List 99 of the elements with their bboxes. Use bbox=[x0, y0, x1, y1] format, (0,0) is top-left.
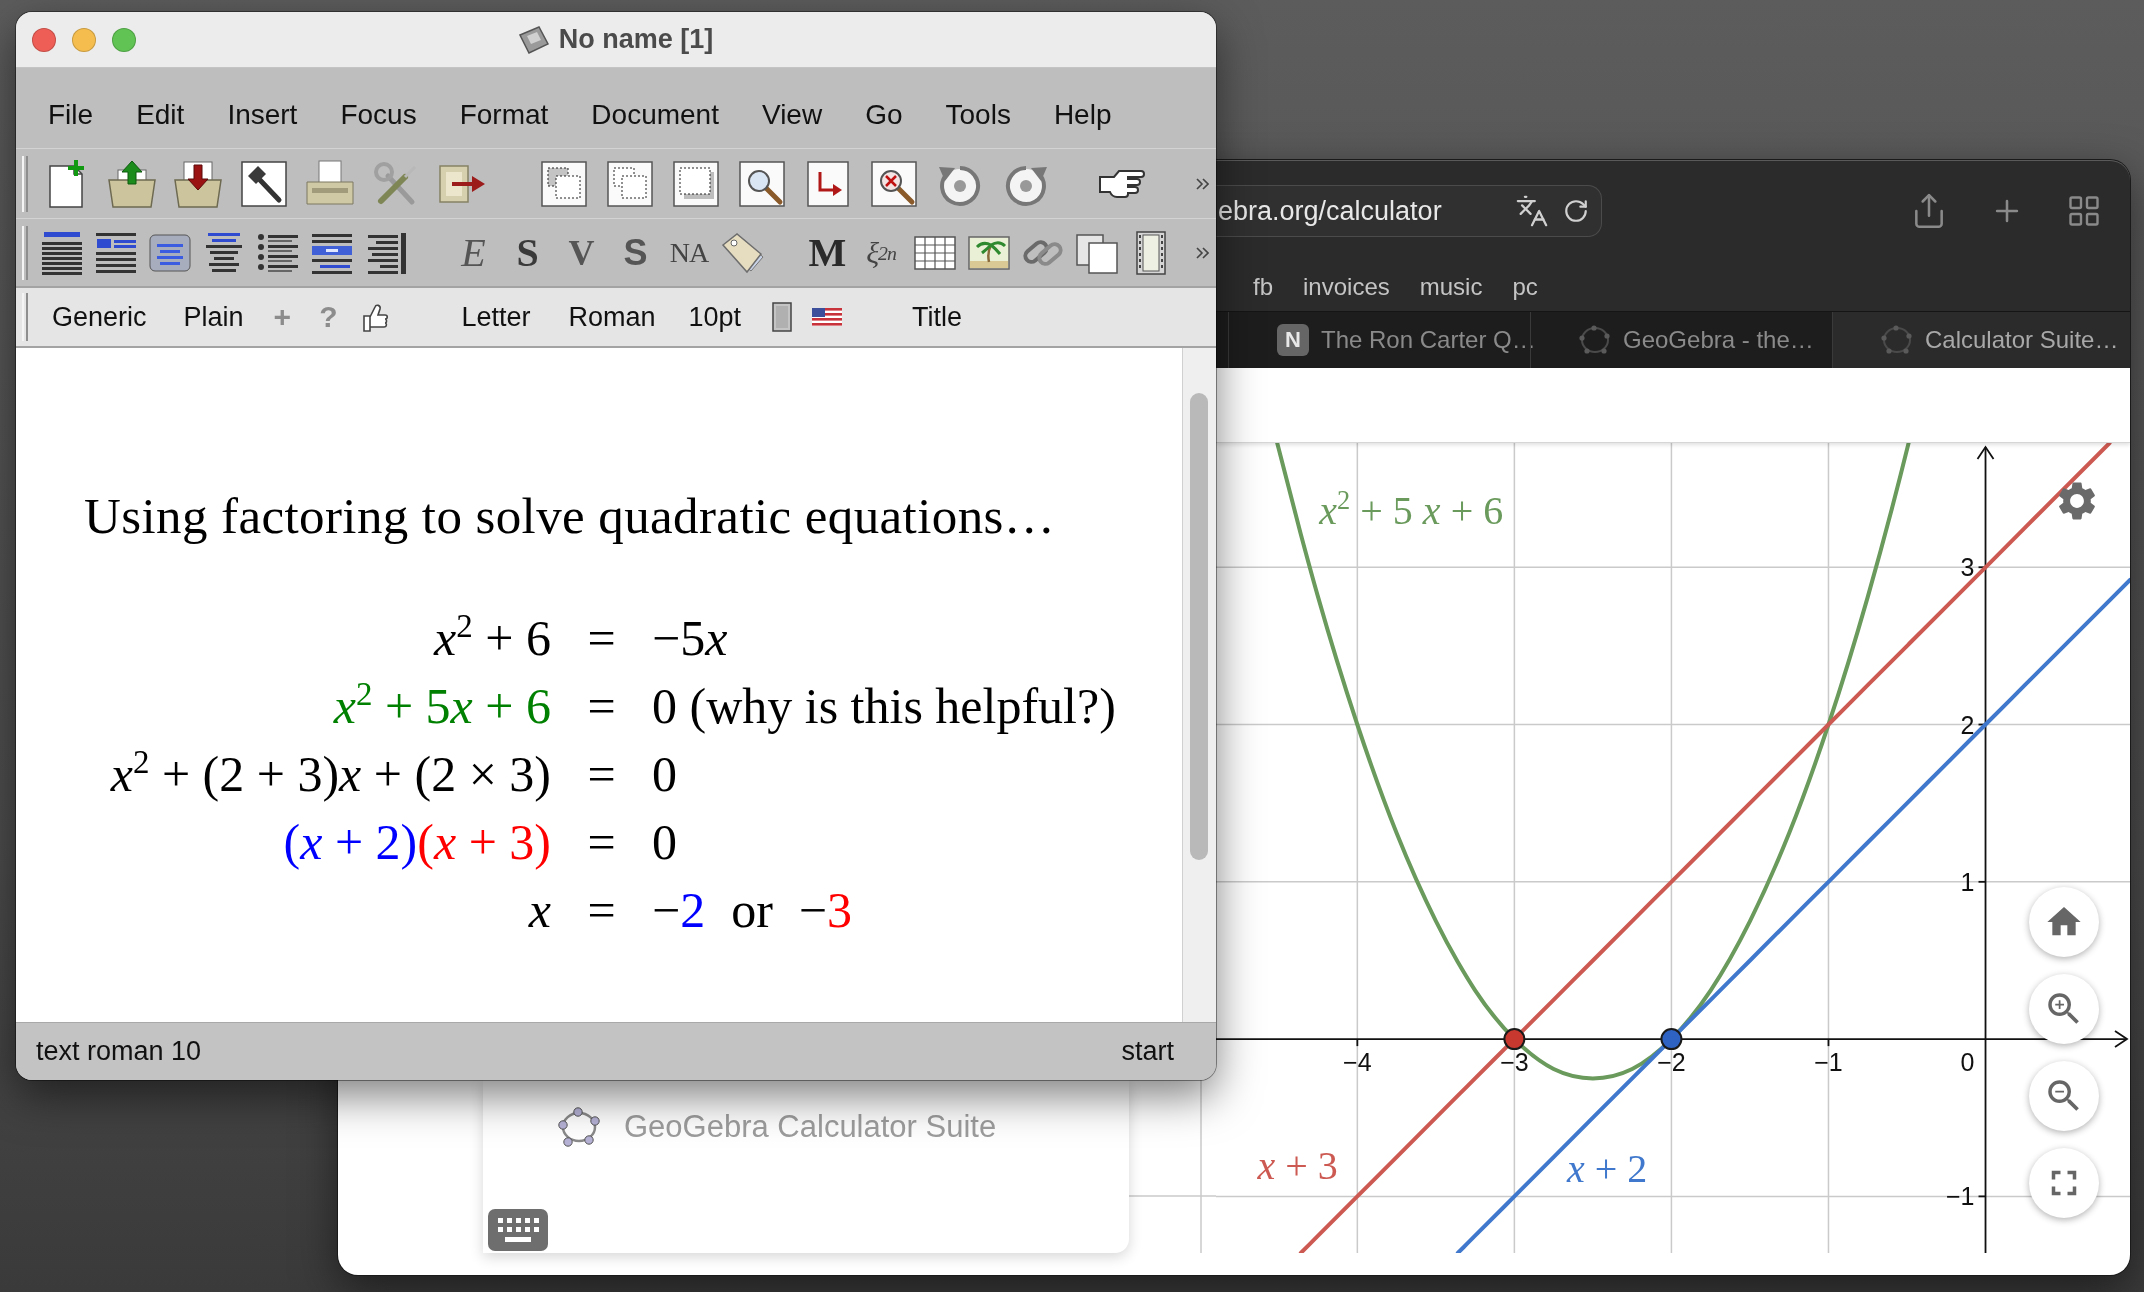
function-graph[interactable]: −4 −3 −2 −1 0 −1 1 2 3 x$^{2}$ + 5 x + 6 x + 3 x + 2 bbox=[1216, 443, 2130, 1253]
close-button[interactable] bbox=[32, 27, 56, 52]
menu-item[interactable]: Insert bbox=[227, 99, 298, 131]
menu-item[interactable]: Tools bbox=[945, 99, 1011, 131]
translate-icon[interactable] bbox=[1515, 194, 1549, 228]
math-expression: x bbox=[528, 881, 551, 940]
toolbar-handle[interactable] bbox=[22, 293, 28, 341]
search-icon[interactable] bbox=[738, 159, 786, 208]
toolbar-handle[interactable] bbox=[22, 155, 28, 212]
folder-up-arrow-icon[interactable] bbox=[108, 159, 156, 208]
bookmark-link[interactable]: invoices bbox=[1303, 272, 1390, 301]
dotted-circle-icon bbox=[1881, 324, 1913, 356]
home-button[interactable] bbox=[2029, 887, 2099, 957]
double-chevron-icon[interactable] bbox=[1196, 246, 1209, 259]
fullscreen-button[interactable] bbox=[2029, 1148, 2099, 1218]
menu-item[interactable]: Format bbox=[459, 99, 549, 131]
align-justify-icon[interactable] bbox=[40, 230, 84, 275]
math-symbol-button[interactable]: M bbox=[805, 228, 849, 277]
zoom-in-button[interactable] bbox=[2029, 974, 2099, 1044]
text-style-button[interactable]: E bbox=[451, 228, 495, 277]
text-style-button[interactable]: NA bbox=[667, 228, 711, 277]
tick-label: 1 bbox=[1960, 867, 1975, 896]
tick-label: −3 bbox=[1500, 1048, 1529, 1077]
heading-lines-icon[interactable] bbox=[94, 230, 138, 275]
shadow-square-icon[interactable] bbox=[672, 159, 720, 208]
color-swatch-icon[interactable] bbox=[772, 302, 793, 332]
zoom-button[interactable] bbox=[112, 27, 136, 52]
math-expression: −3 bbox=[798, 881, 853, 940]
app-icon bbox=[518, 25, 549, 54]
variant-menu[interactable]: Plain bbox=[183, 301, 244, 333]
page-menu[interactable]: Roman bbox=[568, 301, 656, 333]
tick-label: −1 bbox=[1946, 1182, 1975, 1211]
menu-item[interactable]: Help bbox=[1053, 99, 1112, 131]
page-menu[interactable]: 10pt bbox=[688, 301, 742, 333]
text-style-button[interactable]: V bbox=[559, 228, 603, 277]
math-expression: x$^{2}$ + (2 + 3)x + (2 × 3) bbox=[110, 742, 551, 804]
math-expression: 0 bbox=[652, 745, 677, 804]
menu-item[interactable]: View bbox=[761, 99, 823, 131]
bookmark-link[interactable]: music bbox=[1419, 272, 1483, 301]
scrollbar-thumb[interactable] bbox=[1190, 393, 1208, 860]
tick-label: −4 bbox=[1343, 1048, 1372, 1077]
math-expression: x$^{2}$ + 6 bbox=[434, 606, 551, 668]
math-expression: −2 bbox=[652, 881, 706, 940]
folder-down-arrow-icon[interactable] bbox=[174, 159, 222, 208]
reload-icon[interactable] bbox=[1563, 198, 1589, 224]
dotted-squares-icon[interactable] bbox=[606, 159, 654, 208]
text-style-button[interactable]: S bbox=[613, 228, 657, 277]
menu-item[interactable]: Focus bbox=[340, 99, 417, 131]
dotted-squares-icon[interactable] bbox=[540, 159, 588, 208]
panel-title: GeoGebra Calculator Suite bbox=[624, 1109, 997, 1145]
style-menu[interactable]: Generic bbox=[52, 301, 147, 333]
double-chevron-icon[interactable] bbox=[1196, 177, 1209, 190]
menu-item[interactable]: Go bbox=[865, 99, 903, 131]
hammer-icon[interactable] bbox=[240, 159, 288, 208]
window-title: No name [1] bbox=[558, 24, 714, 55]
heading-text: Using factoring to solve quadratic equations… bbox=[84, 487, 1057, 546]
math-expression: x$^{2}$ + 5x + 6 bbox=[333, 674, 551, 736]
math-expression: 0 bbox=[652, 813, 677, 872]
printer-icon[interactable] bbox=[306, 159, 354, 208]
equals-sign: = bbox=[587, 609, 616, 668]
tick-label: −2 bbox=[1657, 1048, 1686, 1077]
pentagon-dots-logo-icon bbox=[558, 1107, 600, 1147]
math-expression: or bbox=[731, 881, 773, 940]
keyboard-icon[interactable] bbox=[488, 1209, 548, 1251]
equals-sign: = bbox=[587, 881, 616, 940]
browser-tab[interactable]: Calculator Suite… bbox=[1832, 312, 2130, 368]
dotted-circle-icon bbox=[1579, 324, 1611, 356]
equals-sign: = bbox=[587, 745, 616, 804]
menu-item[interactable]: Document bbox=[591, 99, 719, 131]
favicon: N bbox=[1277, 324, 1309, 356]
zoom-out-button[interactable] bbox=[2029, 1061, 2099, 1131]
bookmark-link[interactable]: fb bbox=[1253, 272, 1273, 301]
menu-item[interactable]: Edit bbox=[136, 99, 185, 131]
tick-label: 2 bbox=[1960, 710, 1975, 739]
status-text: text roman 10 bbox=[36, 1036, 202, 1067]
function-label: x + 2 bbox=[1567, 1149, 1648, 1190]
hand-icon[interactable] bbox=[363, 302, 390, 332]
page-menu[interactable]: Letter bbox=[461, 301, 531, 333]
tab-overview-icon[interactable] bbox=[2066, 193, 2102, 229]
tag-menu[interactable]: Title bbox=[912, 301, 963, 333]
address-field[interactable]: ebra.org/calculator bbox=[1216, 185, 1602, 237]
menu-item[interactable]: File bbox=[48, 99, 94, 131]
equals-sign: = bbox=[587, 677, 616, 736]
tag-icon[interactable] bbox=[721, 230, 765, 275]
tick-label: 3 bbox=[1960, 553, 1975, 582]
function-label: x + 3 bbox=[1257, 1146, 1338, 1187]
equals-sign: = bbox=[587, 813, 616, 872]
search-cancel-icon[interactable] bbox=[870, 159, 918, 208]
status-text: start bbox=[1121, 1036, 1174, 1067]
toolbar-handle[interactable] bbox=[22, 225, 28, 280]
bookmark-link[interactable]: pc bbox=[1512, 272, 1538, 301]
math-expression: 0 (why is this helpful?) bbox=[652, 677, 1116, 736]
math-expression: (x + 2)(x + 3) bbox=[283, 813, 551, 872]
tick-label: 0 bbox=[1960, 1048, 1975, 1077]
math-expression: −5x bbox=[652, 609, 728, 668]
flag-icon[interactable] bbox=[812, 308, 843, 326]
tick-label: −1 bbox=[1814, 1048, 1843, 1077]
text-style-button[interactable]: S bbox=[505, 228, 549, 277]
function-label: x$^{2}$ + 5 x + 6 bbox=[1319, 491, 1504, 532]
